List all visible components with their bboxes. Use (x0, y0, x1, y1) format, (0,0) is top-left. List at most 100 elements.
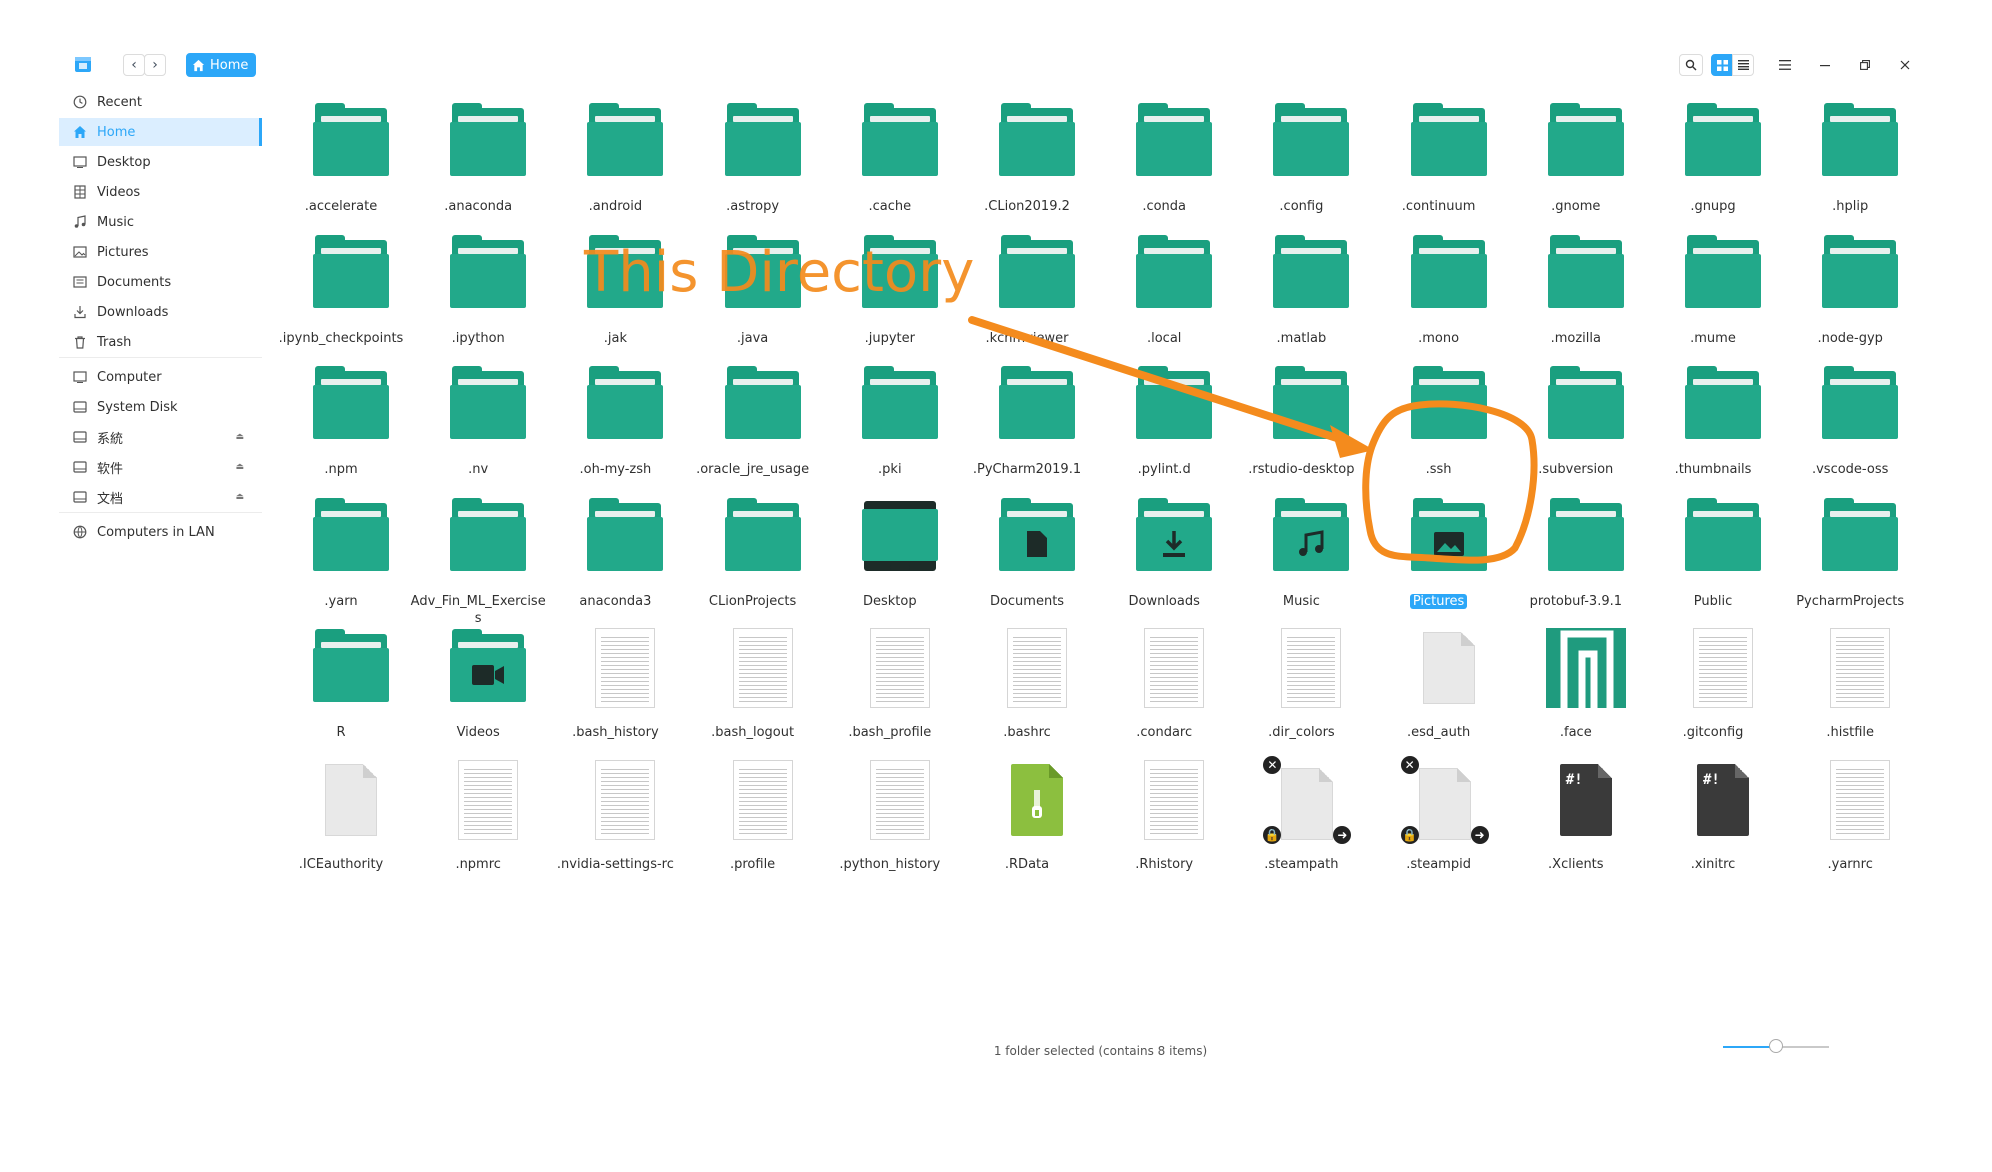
file-item-dot-bash-profile[interactable]: .bash_profile (822, 614, 958, 764)
file-name-text: .mozilla (1550, 330, 1601, 346)
file-item-dot-yarnrc[interactable]: .yarnrc (1782, 746, 1918, 896)
file-item-downloads[interactable]: Downloads (1096, 483, 1232, 633)
file-item-dot-oracle-jre-usage[interactable]: .oracle_jre_usage (685, 351, 821, 501)
file-item-videos[interactable]: Videos (410, 614, 546, 764)
file-item-dot-xinitrc[interactable]: #! .xinitrc (1645, 746, 1781, 896)
file-item-dot-cache[interactable]: .cache (822, 88, 958, 238)
file-item-dot-clion2019-2[interactable]: .CLion2019.2 (959, 88, 1095, 238)
sidebar-item-computer[interactable]: Computer (59, 363, 262, 391)
sidebar-item-system-disk[interactable]: System Disk (59, 393, 262, 421)
file-item-dot-python-history[interactable]: .python_history (822, 746, 958, 896)
file-item-dot-gitconfig[interactable]: .gitconfig (1645, 614, 1781, 764)
file-item-protobuf-3-9-1[interactable]: protobuf-3.9.1 (1508, 483, 1644, 633)
file-item-dot-node-gyp[interactable]: .node-gyp (1782, 220, 1918, 370)
file-item-dot-mozilla[interactable]: .mozilla (1508, 220, 1644, 370)
file-item-public[interactable]: Public (1645, 483, 1781, 633)
file-item-dot-rdata[interactable]: .RData (959, 746, 1095, 896)
eject-icon[interactable]: ⏏ (235, 432, 244, 442)
file-item-dot-hplip[interactable]: .hplip (1782, 88, 1918, 238)
file-item-dot-yarn[interactable]: .yarn (273, 483, 409, 633)
file-item-clionprojects[interactable]: CLionProjects (685, 483, 821, 633)
file-item-dot-vscode-oss[interactable]: .vscode-oss (1782, 351, 1918, 501)
file-item-dot-esd-auth[interactable]: .esd_auth (1371, 614, 1507, 764)
sidebar-item-recent[interactable]: Recent (59, 88, 262, 116)
sidebar-item-music[interactable]: Music (59, 208, 262, 236)
file-item-dot-subversion[interactable]: .subversion (1508, 351, 1644, 501)
file-item-adv-fin-ml-exercises[interactable]: Adv_Fin_ML_Exercises (410, 483, 546, 633)
file-item-dot-mume[interactable]: .mume (1645, 220, 1781, 370)
file-item-dot-bashrc[interactable]: .bashrc (959, 614, 1095, 764)
sidebar-item-软件[interactable]: 软件 ⏏ (59, 453, 262, 481)
sidebar-item-pictures[interactable]: Pictures (59, 238, 262, 266)
file-item-pictures[interactable]: Pictures (1371, 483, 1507, 633)
menu-button[interactable] (1771, 52, 1799, 78)
file-item-dot-anaconda[interactable]: .anaconda (410, 88, 546, 238)
file-item-dot-nvidia-settings-rc[interactable]: .nvidia-settings-rc (547, 746, 683, 896)
sidebar-item-videos[interactable]: Videos (59, 178, 262, 206)
file-item-dot-thumbnails[interactable]: .thumbnails (1645, 351, 1781, 501)
file-item-dot-iceauthority[interactable]: .ICEauthority (273, 746, 409, 896)
file-item-dot-pylint-d[interactable]: .pylint.d (1096, 351, 1232, 501)
eject-icon[interactable]: ⏏ (235, 462, 244, 472)
file-item-dot-bash-logout[interactable]: .bash_logout (685, 614, 821, 764)
file-item-dot-config[interactable]: .config (1233, 88, 1369, 238)
file-item-dot-histfile[interactable]: .histfile (1782, 614, 1918, 764)
search-button[interactable] (1679, 54, 1703, 76)
file-item-dot-local[interactable]: .local (1096, 220, 1232, 370)
file-item-dot-gnome[interactable]: .gnome (1508, 88, 1644, 238)
zoom-slider[interactable] (1723, 1039, 1829, 1053)
file-item-music[interactable]: Music (1233, 483, 1369, 633)
file-item-dot-bash-history[interactable]: .bash_history (547, 614, 683, 764)
icon-view-button[interactable] (1711, 54, 1733, 76)
file-item-dot-profile[interactable]: .profile (685, 746, 821, 896)
file-item-dot-xclients[interactable]: #! .Xclients (1508, 746, 1644, 896)
sidebar-item-downloads[interactable]: Downloads (59, 298, 262, 326)
file-item-dot-pycharm2019-1[interactable]: .PyCharm2019.1 (959, 351, 1095, 501)
file-item-dot-rhistory[interactable]: .Rhistory (1096, 746, 1232, 896)
sidebar-item-文档[interactable]: 文档 ⏏ (59, 483, 262, 511)
maximize-button[interactable] (1851, 52, 1879, 78)
list-view-button[interactable] (1732, 54, 1754, 76)
file-item-dot-rstudio-desktop[interactable]: .rstudio-desktop (1233, 351, 1369, 501)
close-button[interactable] (1891, 52, 1919, 78)
sidebar-item-trash[interactable]: Trash (59, 328, 262, 356)
file-item-dot-ipynb-checkpoints[interactable]: .ipynb_checkpoints (273, 220, 409, 370)
file-item-anaconda3[interactable]: anaconda3 (547, 483, 683, 633)
file-item-dot-npm[interactable]: .npm (273, 351, 409, 501)
file-item-dot-matlab[interactable]: .matlab (1233, 220, 1369, 370)
file-item-dot-condarc[interactable]: .condarc (1096, 614, 1232, 764)
file-item-dot-android[interactable]: .android (547, 88, 683, 238)
file-item-pycharmprojects[interactable]: PycharmProjects (1782, 483, 1918, 633)
file-item-documents[interactable]: Documents (959, 483, 1095, 633)
file-item-dot-dir-colors[interactable]: .dir_colors (1233, 614, 1369, 764)
file-item-dot-oh-my-zsh[interactable]: .oh-my-zsh (547, 351, 683, 501)
sidebar-item-desktop[interactable]: Desktop (59, 148, 262, 176)
forward-button[interactable]: › (144, 54, 166, 76)
file-item-r[interactable]: R (273, 614, 409, 764)
file-item-dot-gnupg[interactable]: .gnupg (1645, 88, 1781, 238)
file-item-dot-astropy[interactable]: .astropy (685, 88, 821, 238)
sidebar-item-系統[interactable]: 系統 ⏏ (59, 423, 262, 451)
sidebar-item-documents[interactable]: Documents (59, 268, 262, 296)
file-item-dot-kchmviewer[interactable]: .kchmviewer (959, 220, 1095, 370)
minimize-button[interactable] (1811, 52, 1839, 78)
sidebar-item-computers-in-lan[interactable]: Computers in LAN (59, 518, 262, 546)
file-item-dot-pki[interactable]: .pki (822, 351, 958, 501)
file-item-dot-conda[interactable]: .conda (1096, 88, 1232, 238)
file-item-dot-face[interactable]: .face (1508, 614, 1644, 764)
zoom-slider-handle[interactable] (1769, 1039, 1783, 1053)
file-item-dot-ipython[interactable]: .ipython (410, 220, 546, 370)
file-item-dot-accelerate[interactable]: .accelerate (273, 88, 409, 238)
sidebar-item-home[interactable]: Home (59, 118, 262, 146)
breadcrumb-home[interactable]: Home (186, 53, 257, 77)
eject-icon[interactable]: ⏏ (235, 492, 244, 502)
file-item-dot-mono[interactable]: .mono (1371, 220, 1507, 370)
file-item-desktop[interactable]: Desktop (822, 483, 958, 633)
file-item-dot-npmrc[interactable]: .npmrc (410, 746, 546, 896)
file-item-dot-ssh[interactable]: .ssh (1371, 351, 1507, 501)
back-button[interactable]: ‹ (123, 54, 145, 76)
file-item-dot-nv[interactable]: .nv (410, 351, 546, 501)
file-item-dot-steampid[interactable]: ✕ 🔒 ➜ .steampid (1371, 746, 1507, 896)
file-item-dot-steampath[interactable]: ✕ 🔒 ➜ .steampath (1233, 746, 1369, 896)
file-item-dot-continuum[interactable]: .continuum (1371, 88, 1507, 238)
